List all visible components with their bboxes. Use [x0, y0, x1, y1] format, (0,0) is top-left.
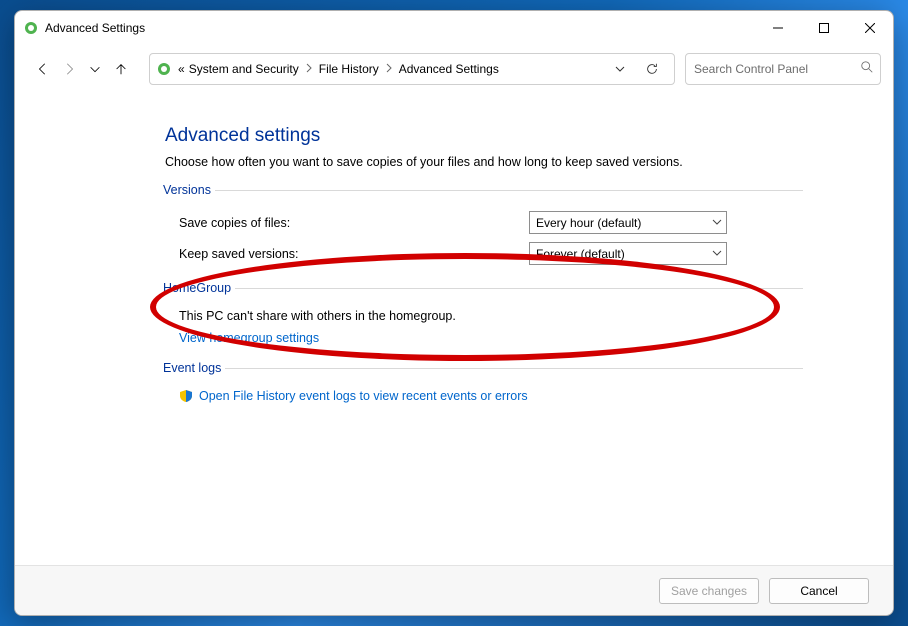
titlebar: Advanced Settings — [15, 11, 893, 45]
homegroup-status: This PC can't share with others in the h… — [165, 305, 803, 327]
chevron-down-icon — [712, 247, 722, 261]
recent-locations-button[interactable] — [83, 57, 107, 81]
search-box[interactable] — [685, 53, 881, 85]
save-changes-button[interactable]: Save changes — [659, 578, 759, 604]
eventlogs-group: Event logs Open File History event logs … — [165, 361, 803, 407]
cancel-button[interactable]: Cancel — [769, 578, 869, 604]
homegroup-group: HomeGroup This PC can't share with other… — [165, 281, 803, 349]
chevron-right-icon[interactable] — [381, 62, 397, 76]
close-button[interactable] — [847, 12, 893, 44]
control-panel-icon — [23, 20, 39, 36]
navbar: « System and Security File History Advan… — [15, 45, 893, 93]
window-title: Advanced Settings — [45, 21, 145, 35]
view-homegroup-settings-link[interactable]: View homegroup settings — [179, 331, 319, 345]
open-event-logs-link[interactable]: Open File History event logs to view rec… — [199, 389, 528, 403]
keep-versions-dropdown[interactable]: Forever (default) — [529, 242, 727, 265]
back-button[interactable] — [31, 57, 55, 81]
minimize-button[interactable] — [755, 12, 801, 44]
homegroup-legend: HomeGroup — [163, 281, 235, 295]
maximize-button[interactable] — [801, 12, 847, 44]
forward-button[interactable] — [57, 57, 81, 81]
versions-legend: Versions — [163, 183, 215, 197]
shield-icon — [179, 389, 193, 403]
chevron-right-icon[interactable] — [301, 62, 317, 76]
window: Advanced Settings « System a — [14, 10, 894, 616]
refresh-button[interactable] — [640, 57, 664, 81]
control-panel-icon — [156, 61, 172, 77]
address-dropdown-button[interactable] — [608, 57, 632, 81]
breadcrumb-seg-advanced-settings[interactable]: Advanced Settings — [397, 54, 501, 84]
keep-versions-label: Keep saved versions: — [179, 247, 529, 261]
up-button[interactable] — [109, 57, 133, 81]
breadcrumb-seg-system-security[interactable]: System and Security — [187, 54, 301, 84]
keep-versions-row: Keep saved versions: Forever (default) — [165, 238, 803, 269]
search-icon[interactable] — [860, 60, 874, 79]
breadcrumb-seg-file-history[interactable]: File History — [317, 54, 381, 84]
save-copies-dropdown[interactable]: Every hour (default) — [529, 211, 727, 234]
search-input[interactable] — [692, 61, 856, 77]
breadcrumb-prefix[interactable]: « — [176, 54, 187, 84]
chevron-down-icon — [712, 216, 722, 230]
eventlogs-legend: Event logs — [163, 361, 225, 375]
footer: Save changes Cancel — [15, 565, 893, 615]
content-area: Advanced settings Choose how often you w… — [15, 93, 893, 565]
save-copies-value: Every hour (default) — [536, 216, 641, 230]
versions-group: Versions Save copies of files: Every hou… — [165, 183, 803, 269]
keep-versions-value: Forever (default) — [536, 247, 625, 261]
save-copies-label: Save copies of files: — [179, 216, 529, 230]
save-copies-row: Save copies of files: Every hour (defaul… — [165, 207, 803, 238]
page-heading: Advanced settings — [165, 125, 803, 147]
address-bar[interactable]: « System and Security File History Advan… — [149, 53, 675, 85]
page-description: Choose how often you want to save copies… — [165, 155, 803, 169]
